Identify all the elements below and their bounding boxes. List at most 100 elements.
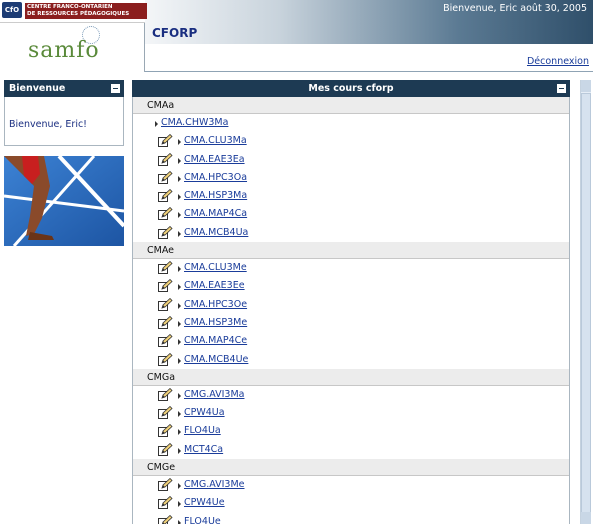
pencil-edit-icon[interactable] — [158, 207, 173, 221]
cforp-badge: CfO — [2, 2, 22, 18]
pencil-edit-icon[interactable] — [158, 189, 173, 203]
course-row: CMA.HSP3Ma — [133, 187, 569, 205]
course-row: CMA.EAE3Ea — [133, 151, 569, 169]
triangle-bullet-icon — [178, 411, 181, 418]
course-link[interactable]: CMG.AVI3Me — [184, 479, 245, 490]
course-link[interactable]: MCT4Ca — [184, 444, 223, 455]
welcome-panel-body: Bienvenue, Eric! — [4, 97, 124, 146]
cforp-org-name: CENTRE FRANCO-ONTARIEN DE RESSOURCES PÉD… — [25, 3, 147, 19]
course-row: CMG.AVI3Ma — [133, 386, 569, 404]
course-link[interactable]: CMA.CHW3Ma — [161, 117, 228, 128]
course-row: CMA.MAP4Ca — [133, 205, 569, 223]
course-link[interactable]: CMA.MCB4Ua — [184, 227, 248, 238]
course-link[interactable]: CMA.HPC3Oe — [184, 299, 247, 310]
scroll-up-arrow[interactable] — [581, 80, 591, 92]
triangle-bullet-icon — [178, 230, 181, 237]
triangle-bullet-icon — [178, 392, 181, 399]
pencil-edit-icon[interactable] — [158, 152, 173, 167]
page-header: CfO CENTRE FRANCO-ONTARIEN DE RESSOURCES… — [0, 0, 593, 72]
course-link[interactable]: CMA.EAE3Ee — [184, 280, 245, 291]
course-link[interactable]: CMA.CLU3Ma — [184, 135, 247, 146]
course-group-header: CMAa — [133, 97, 569, 114]
triangle-bullet-icon — [178, 157, 181, 164]
pencil-edit-icon[interactable] — [158, 134, 173, 148]
course-list: CMAa CMA.CHW3Ma CMA.CLU3Ma CMA.EAE3Ea CMA.HP… — [132, 97, 570, 524]
pencil-edit-icon[interactable] — [158, 297, 173, 312]
minimize-box-icon[interactable] — [557, 84, 566, 93]
minimize-box-icon[interactable] — [111, 84, 120, 93]
course-row: CMA.HPC3Oa — [133, 169, 569, 187]
pencil-edit-icon[interactable] — [158, 334, 173, 348]
logout-link[interactable]: Déconnexion — [527, 56, 589, 67]
triangle-bullet-icon — [178, 212, 181, 219]
welcome-message: Bienvenue, Eric! — [9, 119, 87, 130]
course-link[interactable]: CPW4Ue — [184, 497, 225, 508]
triangle-bullet-icon — [178, 284, 181, 291]
course-row: CMA.CLU3Me — [133, 259, 569, 277]
courses-panel-header: Mes cours cforp — [132, 80, 570, 97]
scroll-thumb[interactable] — [581, 93, 591, 513]
sprinter-photo — [4, 156, 124, 246]
course-row: FLO4Ua — [133, 422, 569, 440]
course-link[interactable]: CPW4Ua — [184, 407, 225, 418]
course-link[interactable]: CMA.EAE3Ea — [184, 154, 245, 165]
header-divider — [145, 71, 593, 72]
course-row: CMA.HPC3Oe — [133, 296, 569, 314]
triangle-bullet-icon — [155, 121, 158, 127]
course-row: CMA.MCB4Ua — [133, 224, 569, 242]
triangle-bullet-icon — [178, 357, 181, 364]
cforp-logo[interactable]: CfO CENTRE FRANCO-ONTARIEN DE RESSOURCES… — [0, 0, 147, 23]
course-link[interactable]: CMA.MAP4Ca — [184, 208, 247, 219]
triangle-bullet-icon — [178, 429, 181, 436]
course-link[interactable]: CMA.MCB4Ue — [184, 354, 248, 365]
triangle-bullet-icon — [178, 139, 181, 146]
triangle-bullet-icon — [178, 175, 181, 182]
course-link[interactable]: CMA.HSP3Ma — [184, 190, 247, 201]
course-link[interactable]: FLO4Ua — [184, 425, 221, 436]
course-row: CMA.MAP4Ce — [133, 332, 569, 350]
pencil-edit-icon[interactable] — [158, 352, 173, 367]
triangle-bullet-icon — [178, 447, 181, 454]
vertical-scrollbar[interactable] — [580, 80, 591, 524]
welcome-panel-title: Bienvenue — [9, 83, 66, 94]
pencil-edit-icon[interactable] — [158, 387, 173, 402]
pencil-edit-icon[interactable] — [158, 315, 173, 330]
samfo-logo[interactable]: samfo — [28, 38, 100, 63]
pencil-edit-icon[interactable] — [158, 477, 173, 492]
course-row: CPW4Ua — [133, 404, 569, 422]
pencil-edit-icon[interactable] — [158, 225, 173, 240]
pencil-edit-icon[interactable] — [158, 424, 173, 438]
courses-panel-title: Mes cours cforp — [308, 83, 394, 94]
course-link[interactable]: CMA.HPC3Oa — [184, 172, 247, 183]
course-row: FLO4Ue — [133, 513, 569, 524]
triangle-bullet-icon — [178, 302, 181, 309]
pencil-edit-icon[interactable] — [158, 496, 173, 510]
triangle-bullet-icon — [178, 519, 181, 524]
site-title: CFORP — [152, 26, 198, 40]
triangle-bullet-icon — [178, 339, 181, 346]
course-row: CMG.AVI3Me — [133, 476, 569, 494]
course-link[interactable]: CMG.AVI3Ma — [184, 389, 244, 400]
triangle-bullet-icon — [178, 194, 181, 201]
triangle-bullet-icon — [178, 266, 181, 273]
pencil-edit-icon[interactable] — [158, 170, 173, 185]
course-row: CPW4Ue — [133, 494, 569, 512]
course-link[interactable]: CMA.HSP3Me — [184, 317, 247, 328]
pencil-edit-icon[interactable] — [158, 514, 173, 524]
course-group-header: CMAe — [133, 242, 569, 260]
pencil-edit-icon[interactable] — [158, 279, 173, 293]
course-row: CMA.EAE3Ee — [133, 277, 569, 295]
scroll-down-arrow[interactable] — [581, 512, 591, 524]
logo-area: CfO CENTRE FRANCO-ONTARIEN DE RESSOURCES… — [0, 0, 147, 72]
course-row: CMA.HSP3Me — [133, 314, 569, 332]
pencil-edit-icon[interactable] — [158, 261, 173, 275]
course-link[interactable]: FLO4Ue — [184, 516, 221, 524]
course-link[interactable]: CMA.MAP4Ce — [184, 335, 247, 346]
welcome-panel-header: Bienvenue — [4, 80, 124, 97]
pencil-edit-icon[interactable] — [158, 442, 173, 457]
course-link[interactable]: CMA.CLU3Me — [184, 262, 247, 273]
triangle-bullet-icon — [178, 501, 181, 508]
course-group-header: CMGe — [133, 459, 569, 477]
course-row: CMA.CLU3Ma — [133, 132, 569, 150]
pencil-edit-icon[interactable] — [158, 406, 173, 420]
